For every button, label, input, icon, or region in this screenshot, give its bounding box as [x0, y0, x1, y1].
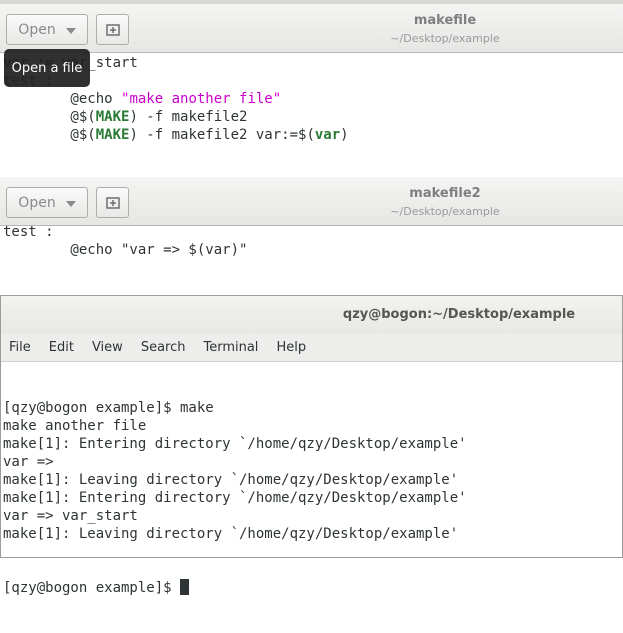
terminal-line: var =>: [3, 454, 54, 470]
terminal-prompt-line: [qzy@bogon example]$: [3, 579, 622, 597]
open-button-label: Open: [18, 194, 56, 211]
terminal-line: make[1]: Leaving directory `/home/qzy/De…: [3, 526, 459, 542]
code-token: MAKE: [95, 127, 130, 143]
code-token: test :: [3, 224, 54, 240]
open-file-tooltip: Open a file: [4, 49, 90, 87]
window-subtitle: ~/Desktop/example: [390, 32, 500, 45]
new-tab-icon: [105, 23, 120, 36]
new-tab-button[interactable]: [96, 187, 129, 218]
code-token: var: [314, 127, 341, 143]
code-token: @echo: [3, 91, 122, 107]
cursor-block: [180, 579, 190, 595]
chevron-down-icon: [65, 27, 76, 34]
terminal-output[interactable]: [qzy@bogon example]$ make make another fi…: [3, 363, 622, 633]
open-button[interactable]: Open: [6, 14, 88, 45]
terminal-title: qzy@bogon:~/Desktop/example: [342, 307, 576, 322]
code-token: @$(: [3, 109, 96, 125]
code-line: @echo "var => $(var)": [3, 241, 623, 259]
code-line: @echo "make another file": [3, 90, 623, 108]
headerbar: Open makefile2 ~/Desktop/example: [0, 177, 623, 226]
code-token: ): [340, 127, 349, 143]
menu-item-edit[interactable]: Edit: [49, 340, 74, 355]
editor-text-area[interactable]: var := var_starttest : @echo "make anoth…: [3, 54, 623, 144]
code-token: MAKE: [95, 109, 130, 125]
chevron-down-icon: [65, 200, 76, 207]
menu-item-search[interactable]: Search: [141, 340, 186, 355]
terminal-window: qzy@bogon:~/Desktop/example File Edit View…: [0, 295, 623, 596]
terminal-line: make[1]: Entering directory `/home/qzy/D…: [3, 436, 467, 452]
terminal-line: [qzy@bogon example]$ make: [3, 400, 214, 416]
menu-item-terminal[interactable]: Terminal: [203, 340, 258, 355]
code-line: @$(MAKE) -f makefile2: [3, 108, 623, 126]
code-token: ) -f makefile2 var:=$(: [129, 127, 315, 143]
window-title: makefile: [413, 13, 477, 28]
terminal-line: var => var_start: [3, 508, 138, 524]
new-tab-button[interactable]: [96, 14, 129, 45]
window-title-block: makefile ~/Desktop/example: [250, 12, 623, 47]
gedit-window-makefile2: Open makefile2 ~/Desktop/example test : …: [0, 177, 623, 295]
code-token: @echo "var => $(var)": [3, 242, 248, 258]
terminal-lines: [qzy@bogon example]$ make make another fi…: [3, 399, 622, 543]
gedit-window-makefile: Open makefile ~/Desktop/example var := v…: [0, 4, 623, 172]
code-line: var := var_start: [3, 54, 623, 72]
code-line: test :: [3, 223, 623, 241]
open-button[interactable]: Open: [6, 187, 88, 218]
menu-item-view[interactable]: View: [92, 340, 123, 355]
headerbar: Open makefile ~/Desktop/example: [0, 4, 623, 53]
tooltip-text: Open a file: [11, 60, 83, 76]
terminal-line: make[1]: Leaving directory `/home/qzy/De…: [3, 472, 459, 488]
code-token: ) -f makefile2: [129, 109, 248, 125]
menu-item-help[interactable]: Help: [276, 340, 306, 355]
code-token: @$(: [3, 127, 96, 143]
code-line: test :: [3, 72, 623, 90]
open-button-label: Open: [18, 21, 56, 38]
terminal-menubar: File Edit View Search Terminal Help: [1, 334, 622, 362]
code-line: @$(MAKE) -f makefile2 var:=$(var): [3, 126, 623, 144]
terminal-titlebar[interactable]: qzy@bogon:~/Desktop/example: [1, 296, 622, 334]
terminal-line: make[1]: Entering directory `/home/qzy/D…: [3, 490, 467, 506]
window-title: makefile2: [409, 186, 481, 201]
code-token: "make another file": [121, 91, 282, 107]
new-tab-icon: [105, 196, 120, 209]
terminal-prompt: [qzy@bogon example]$: [3, 580, 181, 596]
window-subtitle: ~/Desktop/example: [390, 205, 500, 218]
editor-text-area[interactable]: test : @echo "var => $(var)": [3, 223, 623, 259]
window-title-block: makefile2 ~/Desktop/example: [250, 185, 623, 220]
terminal-line: make another file: [3, 418, 147, 434]
menu-item-file[interactable]: File: [9, 340, 31, 355]
